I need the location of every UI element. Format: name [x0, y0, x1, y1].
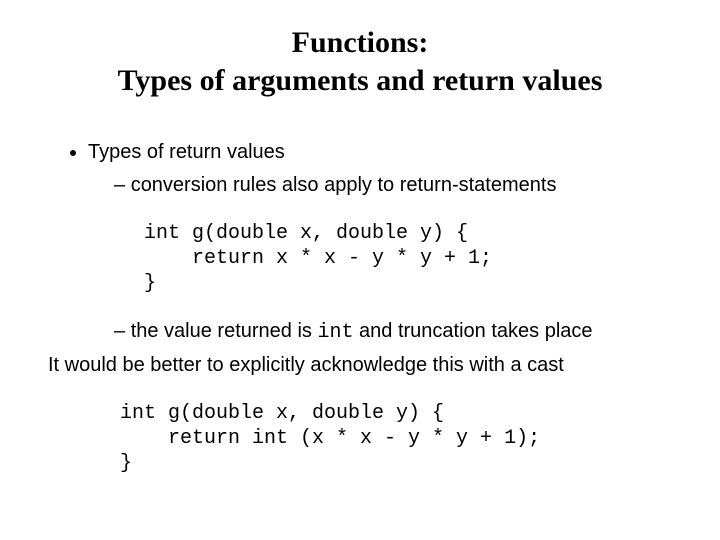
slide-body: Types of return values conversion rules … [48, 139, 672, 476]
sub-2b-text: and truncation takes place [353, 320, 592, 342]
sub-1-text: conversion rules also apply to return-st… [131, 174, 557, 196]
paragraph-cast-note: It would be better to explicitly acknowl… [48, 352, 672, 379]
bullet-item-1: Types of return values conversion rules … [88, 139, 672, 199]
title-line-2: Types of arguments and return values [118, 64, 603, 97]
code-block-2: int g(double x, double y) { return int (… [120, 401, 672, 476]
sub-2a-text: the value returned is [131, 320, 318, 342]
sub-list-2: the value returned is int and truncation… [88, 318, 672, 346]
sub-list-1: conversion rules also apply to return-st… [88, 172, 672, 199]
sub-item-1: conversion rules also apply to return-st… [114, 172, 672, 199]
slide-title: Functions: Types of arguments and return… [48, 24, 672, 99]
title-line-1: Functions: [292, 26, 429, 59]
code-block-1: int g(double x, double y) { return x * x… [144, 221, 672, 296]
bullet-item-1-cont: the value returned is int and truncation… [88, 318, 672, 346]
slide: Functions: Types of arguments and return… [0, 0, 720, 540]
bullet-list: Types of return values conversion rules … [66, 139, 672, 199]
bullet-1-text: Types of return values [88, 141, 285, 163]
sub-item-2: the value returned is int and truncation… [114, 318, 672, 346]
sub-2-code: int [317, 321, 353, 344]
bullet-list-cont: the value returned is int and truncation… [66, 318, 672, 346]
